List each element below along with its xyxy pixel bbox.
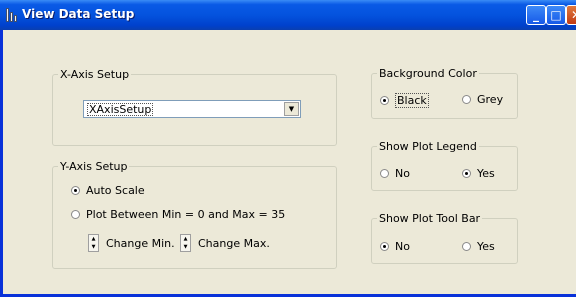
radio-indicator	[71, 186, 80, 195]
title-bar[interactable]: View Data Setup _ □ ✕	[0, 0, 576, 30]
radio-indicator	[462, 95, 471, 104]
show-plot-legend-title: Show Plot Legend	[377, 140, 479, 153]
x-axis-combo[interactable]: XAxisSetup ▼	[83, 100, 301, 118]
minimize-button[interactable]: _	[526, 5, 546, 25]
radio-plot-between[interactable]: Plot Between Min = 0 and Max = 35	[71, 208, 285, 221]
radio-indicator	[71, 210, 80, 219]
radio-bg-black[interactable]: Black	[380, 93, 429, 108]
x-axis-setup-title: X-Axis Setup	[58, 68, 132, 81]
show-plot-legend-group: Show Plot Legend No Yes	[371, 140, 518, 191]
show-plot-toolbar-title: Show Plot Tool Bar	[377, 212, 483, 225]
change-min-label: Change Min.	[106, 236, 175, 250]
radio-toolbar-yes-label: Yes	[477, 240, 495, 253]
radio-toolbar-no[interactable]: No	[380, 240, 410, 253]
radio-auto-scale[interactable]: Auto Scale	[71, 184, 145, 197]
radio-plot-between-label: Plot Between Min = 0 and Max = 35	[86, 208, 286, 221]
change-max-label: Change Max.	[198, 236, 270, 250]
y-axis-setup-title: Y-Axis Setup	[58, 160, 130, 173]
radio-legend-yes-label: Yes	[477, 167, 495, 180]
close-button[interactable]: ✕	[566, 5, 576, 25]
radio-legend-no[interactable]: No	[380, 167, 410, 180]
maximize-button[interactable]: □	[546, 5, 566, 25]
x-axis-setup-group: X-Axis Setup XAxisSetup ▼	[52, 68, 337, 146]
radio-legend-no-label: No	[395, 167, 410, 180]
show-plot-toolbar-group: Show Plot Tool Bar No Yes	[371, 212, 518, 264]
change-min-spinner[interactable]: ▲ ▼ Change Min.	[88, 234, 175, 252]
spin-arrows-icon[interactable]: ▲ ▼	[180, 234, 191, 252]
radio-bg-grey[interactable]: Grey	[462, 93, 503, 106]
window-title: View Data Setup	[22, 7, 135, 21]
background-color-group: Background Color Black Grey	[371, 67, 518, 119]
radio-indicator	[380, 169, 389, 178]
radio-toolbar-yes[interactable]: Yes	[462, 240, 495, 253]
view-data-setup-window: View Data Setup _ □ ✕ X-Axis Setup XAxis…	[0, 0, 576, 297]
background-color-title: Background Color	[377, 67, 479, 80]
radio-auto-scale-label: Auto Scale	[86, 184, 145, 197]
minimize-icon: _	[533, 8, 539, 22]
radio-indicator	[380, 96, 389, 105]
radio-legend-yes[interactable]: Yes	[462, 167, 495, 180]
radio-indicator	[380, 242, 389, 251]
maximize-icon: □	[550, 8, 562, 22]
close-icon: ✕	[571, 8, 576, 22]
spin-arrows-icon[interactable]: ▲ ▼	[88, 234, 99, 252]
app-icon	[6, 8, 20, 22]
x-axis-combo-value: XAxisSetup	[87, 103, 154, 116]
radio-indicator	[462, 242, 471, 251]
change-max-spinner[interactable]: ▲ ▼ Change Max.	[180, 234, 270, 252]
radio-bg-grey-label: Grey	[477, 93, 504, 106]
y-axis-setup-group: Y-Axis Setup Auto Scale Plot Between Min…	[52, 160, 337, 269]
radio-indicator	[462, 169, 471, 178]
radio-toolbar-no-label: No	[395, 240, 410, 253]
radio-bg-black-label: Black	[395, 93, 429, 108]
combo-arrow-icon[interactable]: ▼	[284, 102, 299, 116]
